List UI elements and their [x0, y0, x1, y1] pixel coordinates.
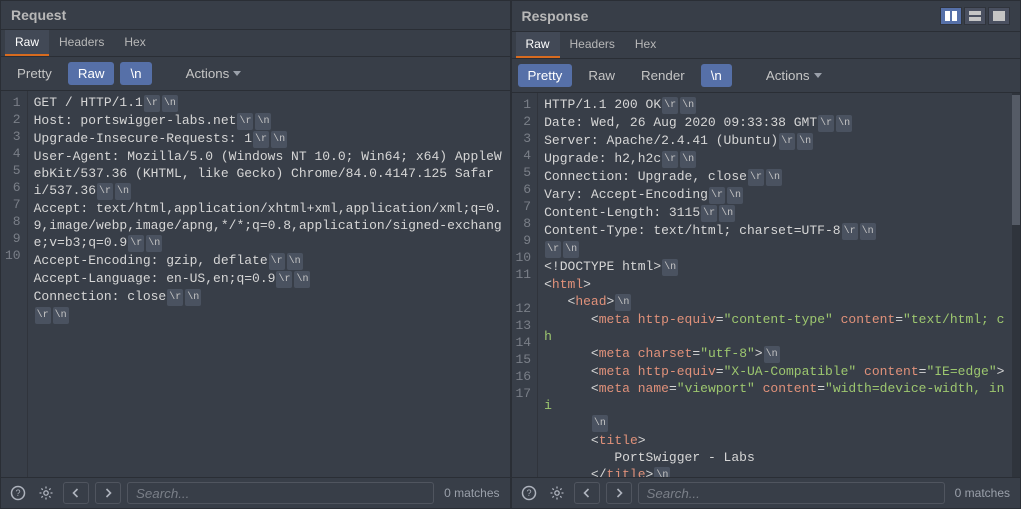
layout-buttons: [940, 7, 1010, 25]
response-code[interactable]: HTTP/1.1 200 OK\r\nDate: Wed, 26 Aug 202…: [538, 93, 1012, 477]
request-title: Request: [11, 7, 66, 23]
gear-icon[interactable]: [546, 482, 568, 504]
prev-match-button[interactable]: [574, 482, 600, 504]
code-line[interactable]: \n: [544, 414, 1006, 432]
layout-single-button[interactable]: [988, 7, 1010, 25]
request-gutter: 12345678910: [1, 91, 28, 477]
code-line[interactable]: <title>: [544, 432, 1006, 449]
code-line[interactable]: Host: portswigger-labs.net\r\n: [34, 112, 504, 130]
vertical-scrollbar[interactable]: [1012, 93, 1020, 477]
tab-raw[interactable]: Raw: [5, 30, 49, 56]
request-tabs: RawHeadersHex: [1, 30, 510, 57]
code-line[interactable]: Upgrade: h2,h2c\r\n: [544, 150, 1006, 168]
match-count: 0 matches: [440, 486, 503, 500]
raw-button[interactable]: Raw: [578, 64, 625, 87]
response-toolbar: Pretty Raw Render \n Actions: [512, 59, 1021, 93]
render-button[interactable]: Render: [631, 64, 695, 87]
response-gutter: 1234567891011 121314151617: [512, 93, 539, 477]
request-code[interactable]: GET / HTTP/1.1\r\nHost: portswigger-labs…: [28, 91, 510, 477]
code-line[interactable]: Vary: Accept-Encoding\r\n: [544, 186, 1006, 204]
pretty-button[interactable]: Pretty: [518, 64, 573, 87]
actions-dropdown[interactable]: Actions: [756, 64, 832, 87]
chevron-down-icon: [233, 71, 241, 76]
tab-headers[interactable]: Headers: [560, 32, 625, 58]
help-icon[interactable]: ?: [7, 482, 29, 504]
request-footer: ? 0 matches: [1, 477, 510, 508]
help-icon[interactable]: ?: [518, 482, 540, 504]
tab-raw[interactable]: Raw: [516, 32, 560, 58]
code-line[interactable]: <head>\n: [544, 293, 1006, 311]
code-line[interactable]: Connection: Upgrade, close\r\n: [544, 168, 1006, 186]
code-line[interactable]: PortSwigger - Labs: [544, 449, 1006, 466]
code-line[interactable]: Connection: close\r\n: [34, 288, 504, 306]
actions-label: Actions: [766, 68, 810, 83]
search-input[interactable]: [127, 482, 434, 504]
next-match-button[interactable]: [95, 482, 121, 504]
code-line[interactable]: <html>: [544, 276, 1006, 293]
code-line[interactable]: \r\n: [544, 240, 1006, 258]
code-line[interactable]: Content-Type: text/html; charset=UTF-8\r…: [544, 222, 1006, 240]
tab-hex[interactable]: Hex: [625, 32, 666, 58]
response-header: Response: [512, 1, 1021, 32]
layout-columns-button[interactable]: [940, 7, 962, 25]
response-tabs: RawHeadersHex: [512, 32, 1021, 59]
code-line[interactable]: </title>\n: [544, 466, 1006, 477]
pretty-button[interactable]: Pretty: [7, 62, 62, 85]
code-line[interactable]: Accept: text/html,application/xhtml+xml,…: [34, 200, 504, 252]
code-line[interactable]: Accept-Encoding: gzip, deflate\r\n: [34, 252, 504, 270]
code-line[interactable]: Content-Length: 3115\r\n: [544, 204, 1006, 222]
code-line[interactable]: User-Agent: Mozilla/5.0 (Windows NT 10.0…: [34, 148, 504, 200]
chevron-down-icon: [814, 73, 822, 78]
request-header: Request: [1, 1, 510, 30]
code-line[interactable]: <meta name="viewport" content="width=dev…: [544, 380, 1006, 414]
match-count: 0 matches: [951, 486, 1014, 500]
code-line[interactable]: \r\n: [34, 306, 504, 324]
http-editor-container: Request RawHeadersHex Pretty Raw \n Acti…: [0, 0, 1021, 509]
layout-rows-button[interactable]: [964, 7, 986, 25]
request-toolbar: Pretty Raw \n Actions: [1, 57, 510, 91]
svg-text:?: ?: [526, 488, 531, 498]
code-line[interactable]: Upgrade-Insecure-Requests: 1\r\n: [34, 130, 504, 148]
response-title: Response: [522, 8, 589, 24]
code-line[interactable]: HTTP/1.1 200 OK\r\n: [544, 96, 1006, 114]
code-line[interactable]: <meta http-equiv="content-type" content=…: [544, 311, 1006, 345]
response-footer: ? 0 matches: [512, 477, 1021, 508]
code-line[interactable]: Accept-Language: en-US,en;q=0.9\r\n: [34, 270, 504, 288]
code-line[interactable]: <meta charset="utf-8">\n: [544, 345, 1006, 363]
raw-button[interactable]: Raw: [68, 62, 115, 85]
tab-hex[interactable]: Hex: [114, 30, 155, 56]
code-line[interactable]: <!DOCTYPE html>\n: [544, 258, 1006, 276]
newline-toggle-button[interactable]: \n: [701, 64, 732, 87]
actions-label: Actions: [186, 66, 230, 81]
request-panel: Request RawHeadersHex Pretty Raw \n Acti…: [0, 0, 511, 509]
response-panel: Response RawHeadersHex Pretty Raw Render…: [511, 0, 1021, 509]
code-line[interactable]: GET / HTTP/1.1\r\n: [34, 94, 504, 112]
tab-headers[interactable]: Headers: [49, 30, 114, 56]
code-line[interactable]: Server: Apache/2.4.41 (Ubuntu)\r\n: [544, 132, 1006, 150]
search-input[interactable]: [638, 482, 945, 504]
actions-dropdown[interactable]: Actions: [176, 62, 252, 85]
gear-icon[interactable]: [35, 482, 57, 504]
code-line[interactable]: Date: Wed, 26 Aug 2020 09:33:38 GMT\r\n: [544, 114, 1006, 132]
newline-toggle-button[interactable]: \n: [120, 62, 151, 85]
next-match-button[interactable]: [606, 482, 632, 504]
response-code-area[interactable]: 1234567891011 121314151617 HTTP/1.1 200 …: [512, 93, 1021, 477]
code-line[interactable]: [34, 324, 504, 341]
svg-text:?: ?: [15, 488, 20, 498]
request-code-area[interactable]: 12345678910 GET / HTTP/1.1\r\nHost: port…: [1, 91, 510, 477]
code-line[interactable]: <meta http-equiv="X-UA-Compatible" conte…: [544, 363, 1006, 380]
prev-match-button[interactable]: [63, 482, 89, 504]
